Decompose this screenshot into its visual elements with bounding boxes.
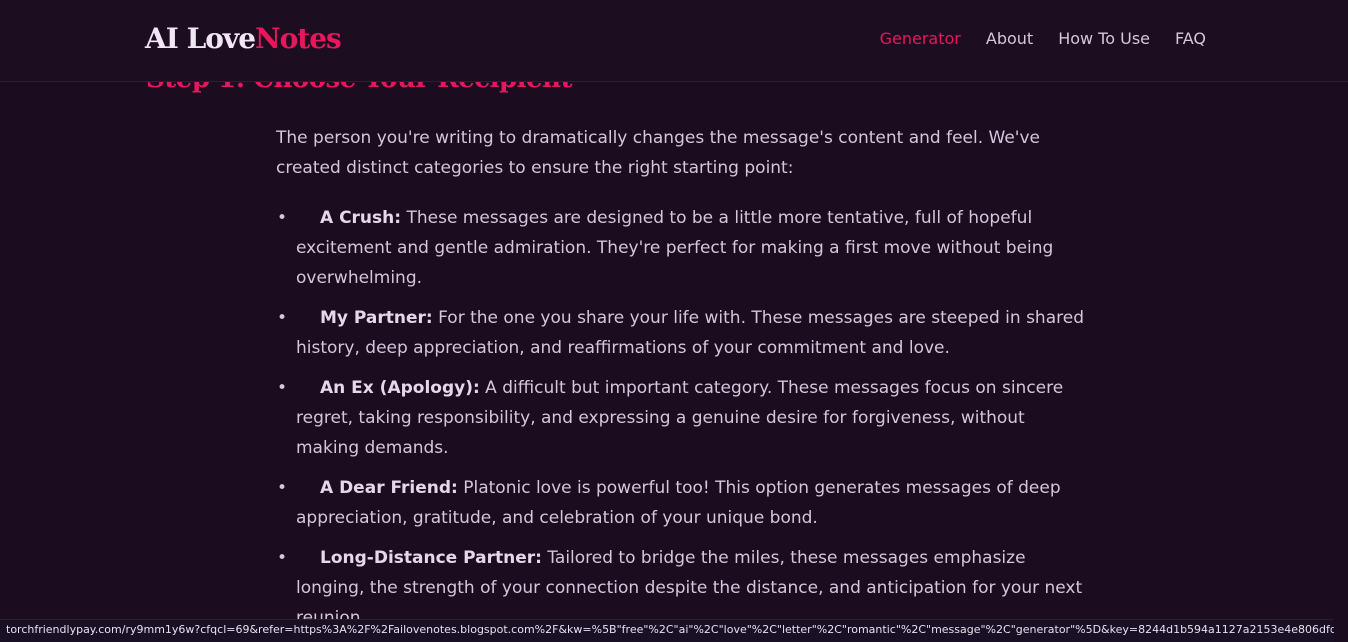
intro-paragraph: The person you're writing to dramaticall… (276, 128, 1041, 178)
item-term: An Ex (Apology): (320, 378, 480, 398)
nav-about[interactable]: About (986, 29, 1033, 48)
logo-text-notes: Notes (255, 22, 342, 55)
bullet-icon: • (277, 478, 288, 498)
status-url: torchfriendlypay.com/ry9mm1y6w?cfqcl=69&… (6, 623, 1334, 636)
item-term: My Partner: (320, 308, 433, 328)
main-nav: Generator About How To Use FAQ (880, 29, 1206, 48)
item-term: A Dear Friend: (320, 478, 458, 498)
item-term: A Crush: (320, 208, 402, 228)
nav-faq[interactable]: FAQ (1175, 29, 1206, 48)
browser-status-bar: torchfriendlypay.com/ry9mm1y6w?cfqcl=69&… (0, 619, 1334, 642)
bullet-icon: • (277, 308, 288, 328)
list-item: • An Ex (Apology): A difficult but import… (277, 373, 1086, 463)
logo-text-ai-love: AI Love (145, 22, 256, 55)
list-item: • A Dear Friend: Platonic love is powerfu… (277, 473, 1086, 533)
site-header: AI LoveNotes Generator About How To Use … (0, 0, 1348, 82)
nav-generator[interactable]: Generator (880, 29, 961, 48)
bullet-icon: • (277, 208, 288, 228)
page: Step 1: Choose Your Recipient The person… (0, 0, 1348, 642)
list-item: • My Partner: For the one you share your … (277, 303, 1086, 363)
recipient-list: • A Crush: These messages are designed to… (277, 203, 1086, 642)
bullet-icon: • (277, 378, 288, 398)
list-item: • A Crush: These messages are designed to… (277, 203, 1086, 293)
item-term: Long-Distance Partner: (320, 548, 542, 568)
nav-how-to-use[interactable]: How To Use (1058, 29, 1150, 48)
item-text: These messages are designed to be a litt… (296, 208, 1054, 288)
site-logo[interactable]: AI LoveNotes (145, 22, 342, 55)
main-content: Step 1: Choose Your Recipient The person… (0, 0, 1348, 642)
bullet-icon: • (277, 548, 288, 568)
